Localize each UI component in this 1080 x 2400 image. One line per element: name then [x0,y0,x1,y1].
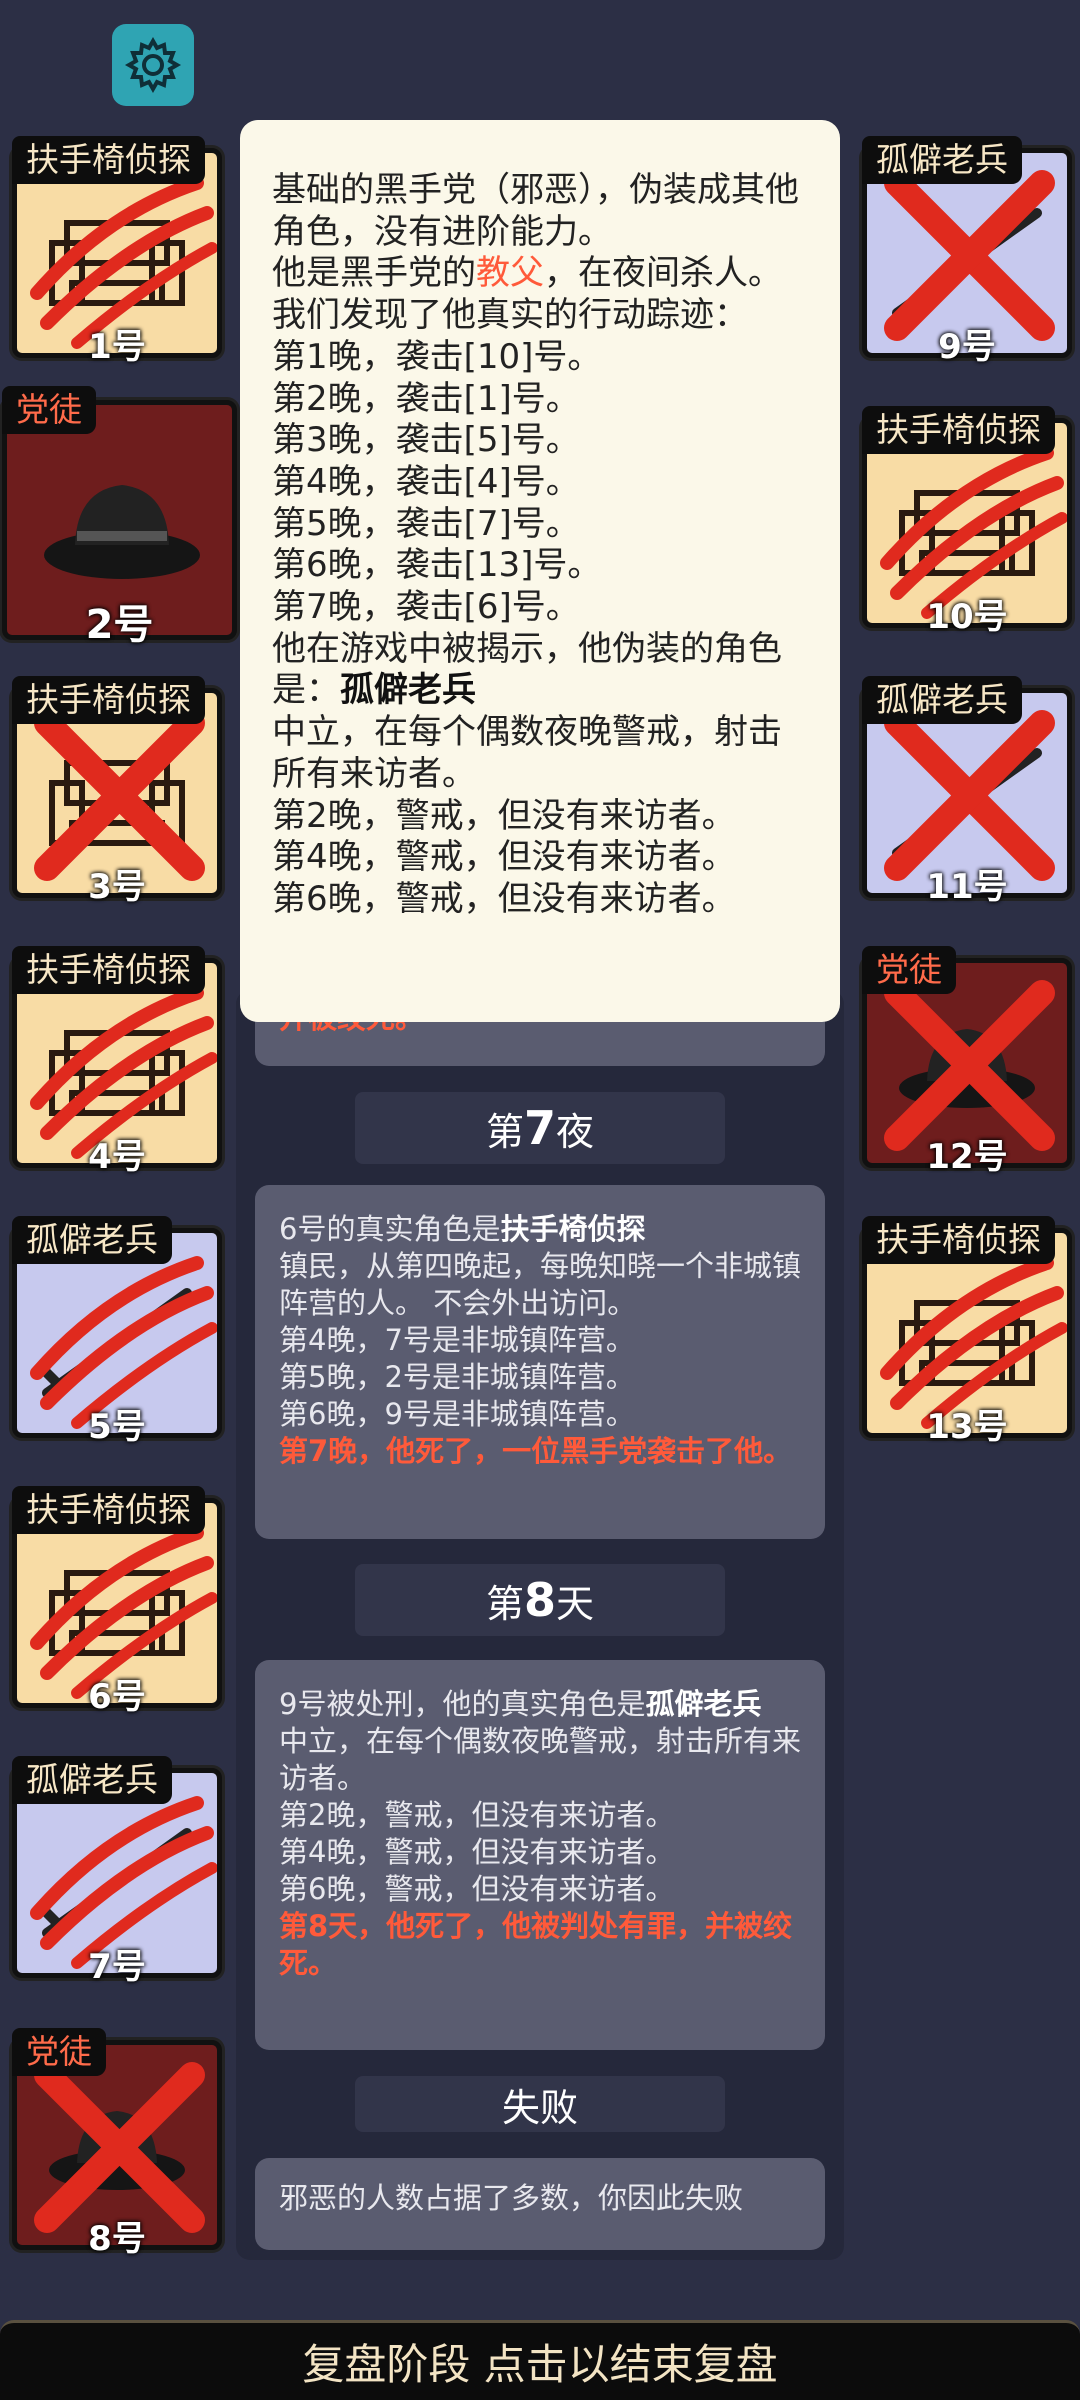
popup-night-line: 第5晚，袭击[7]号。 [272,503,580,544]
log-heading-role: 孤僻老兵 [645,1687,762,1721]
phase-header-night7: 第7夜 [355,1092,725,1164]
phase-number: 7 [523,1101,556,1155]
log-card-result: 邪恶的人数占据了多数，你因此失败 [255,2158,825,2250]
phase-header-day8: 第8天 [355,1564,725,1636]
player-card-3[interactable]: 扶手椅侦探 3号 [12,676,222,907]
player-number: 1号 [88,327,146,367]
log-heading: 9号被处刑，他的真实角色是孤僻老兵 [279,1686,801,1723]
player-card-12[interactable]: 党徒 12号 [862,946,1072,1177]
popup-night-line: 第6晚，袭击[13]号。 [272,545,602,586]
player-card-10[interactable]: 扶手椅侦探 10号 [862,406,1072,637]
player-card-4[interactable]: 扶手椅侦探 4号 [12,946,222,1177]
popup-disguise-role: 孤僻老兵 [340,670,476,711]
popup-role-line: 他是黑手党的教父，在夜间杀人。 [272,253,808,295]
player-number: 4号 [88,1137,146,1177]
role-tag: 孤僻老兵 [862,676,1022,724]
player-card-1[interactable]: 扶手椅侦探 1号 [12,136,222,367]
log-line: 第4晚，7号是非城镇阵营。 [279,1323,635,1357]
player-number: 13号 [926,1407,1008,1447]
popup-night-line: 第2晚，袭击[1]号。 [272,378,580,419]
player-number: 2号 [85,602,154,648]
role-tag: 扶手椅侦探 [862,1216,1055,1264]
role-tag: 扶手椅侦探 [12,676,205,724]
log-card-night7: 6号的真实角色是扶手椅侦探 镇民，从第四晚起，每晚知晓一个非城镇阵营的人。 不会… [255,1185,825,1539]
role-tag: 扶手椅侦探 [12,1486,205,1534]
player-card-6[interactable]: 扶手椅侦探 6号 [12,1486,222,1717]
player-number: 9号 [938,327,996,367]
role-tag: 党徒 [862,946,956,994]
role-tag: 扶手椅侦探 [862,406,1055,454]
player-card-2[interactable]: 党徒 2号 [2,386,237,648]
log-death-text: 第8天，他死了，他被判处有罪，并被绞死。 [279,1909,793,1980]
popup-watch-line: 第6晚，警戒，但没有来访者。 [272,878,736,919]
player-card-8[interactable]: 党徒 8号 [12,2028,222,2259]
popup-night-line: 第1晚，袭击[10]号。 [272,336,602,377]
popup-description: 基础的黑手党（邪恶），伪装成其他角色，没有进阶能力。 [272,170,799,252]
player-number: 5号 [88,1407,146,1447]
phase-number: 8 [523,1573,556,1627]
role-tag: 孤僻老兵 [862,136,1022,184]
result-text: 邪恶的人数占据了多数，你因此失败 [279,2181,744,2215]
log-heading-text: 6号的真实角色是 [279,1212,501,1246]
role-description: 中立，在每个偶数夜晚警戒，射击所有来访者。 [279,1724,802,1795]
popup-watch-line: 第4晚，警戒，但没有来访者。 [272,837,736,878]
log-heading-role: 扶手椅侦探 [500,1212,646,1246]
phase-suffix: 夜 [556,1109,595,1154]
role-description: 镇民，从第四晚起，每晚知晓一个非城镇阵营的人。 不会外出访问。 [279,1249,802,1320]
player-card-5[interactable]: 孤僻老兵 5号 [12,1216,222,1447]
log-card-day8: 9号被处刑，他的真实角色是孤僻老兵 中立，在每个偶数夜晚警戒，射击所有来访者。 … [255,1660,825,2050]
player-number: 12号 [926,1137,1008,1177]
log-line: 第6晚，警戒，但没有来访者。 [279,1872,675,1906]
role-tag: 扶手椅侦探 [12,946,205,994]
player-number: 7号 [88,1947,146,1987]
player-number: 10号 [926,597,1008,637]
role-tag: 扶手椅侦探 [12,136,205,184]
result-label: 失败 [501,2085,578,2130]
player-number: 11号 [926,867,1008,907]
role-detail-popup[interactable]: 基础的黑手党（邪恶），伪装成其他角色，没有进阶能力。 他是黑手党的教父，在夜间杀… [240,120,840,1022]
popup-night-line: 第4晚，袭击[4]号。 [272,461,580,502]
popup-description: 中立，在每个偶数夜晚警戒，射击所有来访者。 [272,712,782,794]
popup-disguise-line: 他在游戏中被揭示，他伪装的角色是：孤僻老兵 [272,629,808,712]
log-death-text: 第7晚，他死了，一位黑手党袭击了他。 [279,1434,793,1468]
log-heading-text: 9号被处刑，他的真实角色是 [279,1687,646,1721]
phase-prefix: 第 [485,1109,524,1154]
player-card-7[interactable]: 孤僻老兵 7号 [12,1756,222,1987]
phase-prefix: 第 [485,1581,524,1626]
log-line: 第5晚，2号是非城镇阵营。 [279,1360,635,1394]
phase-header-result: 失败 [355,2076,725,2132]
popup-role-name: 教父 [476,253,544,294]
end-review-button[interactable]: 复盘阶段 点击以结束复盘 [0,2320,1080,2400]
popup-night-line: 第3晚，袭击[5]号。 [272,420,580,461]
gear-icon [124,36,182,94]
player-card-11[interactable]: 孤僻老兵 11号 [862,676,1072,907]
player-card-13[interactable]: 扶手椅侦探 13号 [862,1216,1072,1447]
player-card-9[interactable]: 孤僻老兵 9号 [862,136,1072,367]
player-number: 6号 [88,1677,146,1717]
settings-button[interactable] [112,24,194,106]
phase-suffix: 天 [556,1581,595,1626]
player-number: 8号 [88,2219,146,2259]
log-heading: 6号的真实角色是扶手椅侦探 [279,1211,801,1248]
player-number: 3号 [88,867,146,907]
popup-text: 他是黑手党的 [272,253,476,294]
popup-text: ，在夜间杀人。 [544,253,782,294]
log-line: 第6晚，9号是非城镇阵营。 [279,1397,635,1431]
log-line: 第4晚，警戒，但没有来访者。 [279,1835,675,1869]
role-tag: 党徒 [12,2028,106,2076]
popup-night-line: 第7晚，袭击[6]号。 [272,587,580,628]
role-tag: 党徒 [2,386,96,434]
popup-text: 我们发现了他真实的行动踪迹： [272,295,748,336]
role-tag: 孤僻老兵 [12,1216,172,1264]
popup-watch-line: 第2晚，警戒，但没有来访者。 [272,795,736,836]
role-tag: 孤僻老兵 [12,1756,172,1804]
log-line: 第2晚，警戒，但没有来访者。 [279,1798,675,1832]
